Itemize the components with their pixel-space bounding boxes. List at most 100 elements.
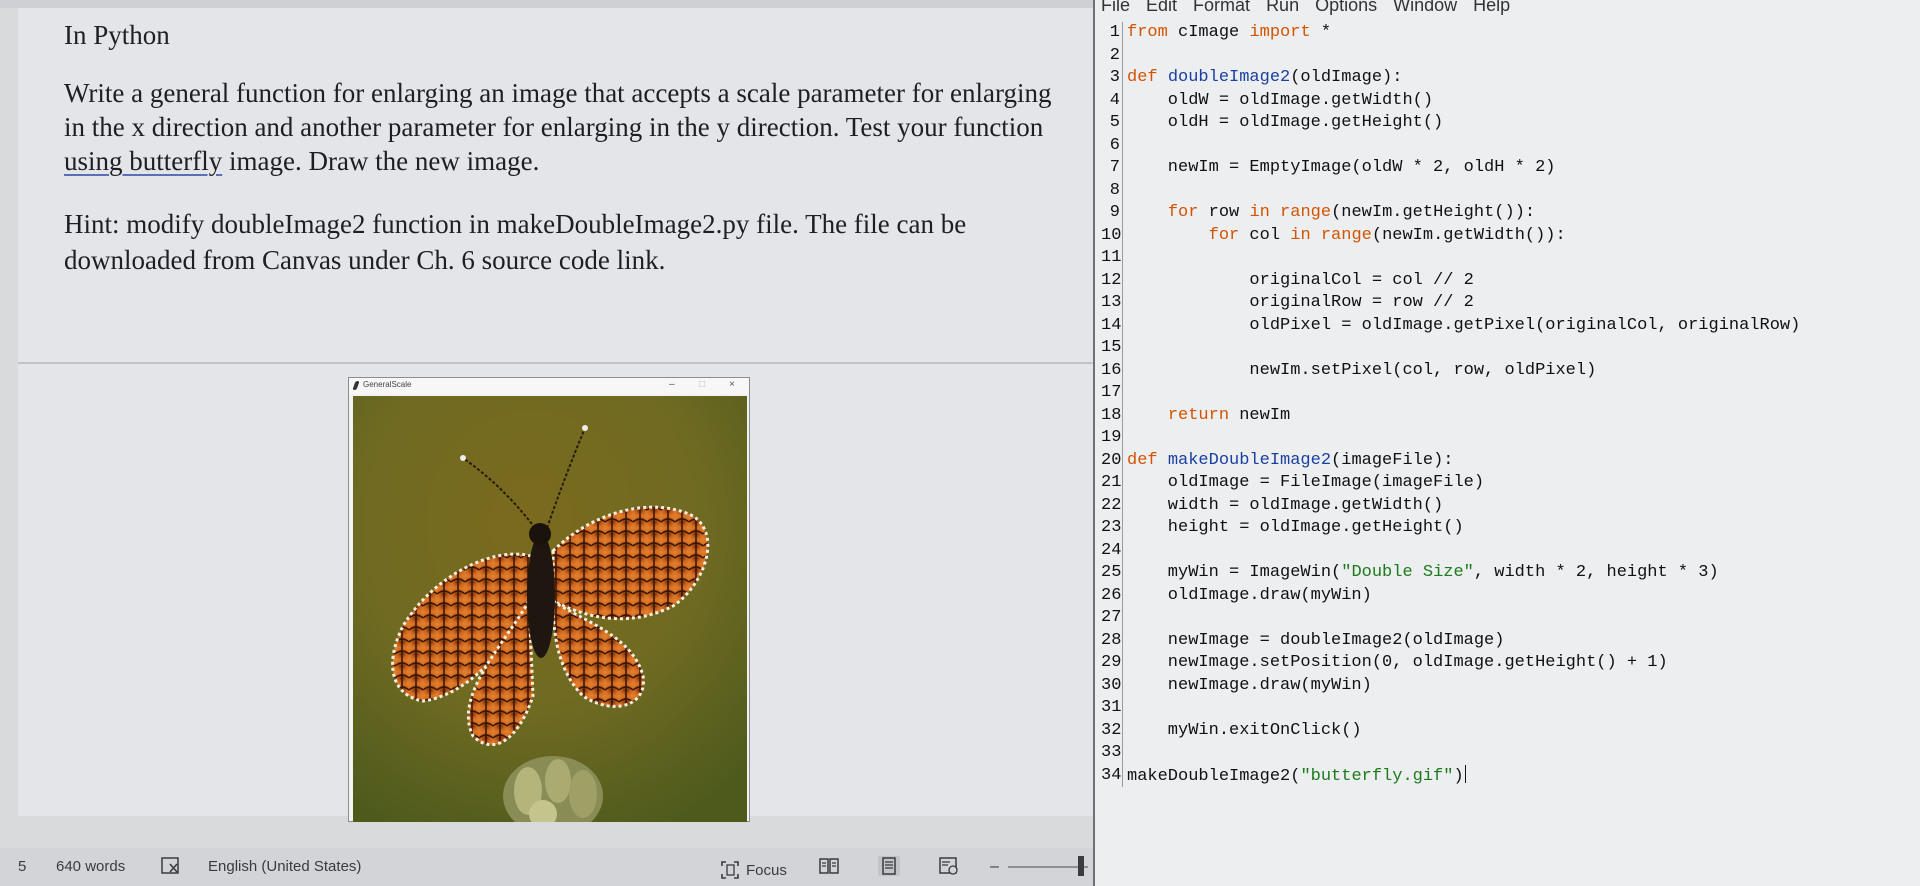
code-line[interactable]: 19 xyxy=(1101,427,1920,450)
code-line[interactable]: 1 from cImage import * xyxy=(1101,22,1920,45)
menu-item-format[interactable]: Format xyxy=(1193,0,1250,17)
line-number: 26 xyxy=(1101,584,1123,607)
code-line[interactable]: 20 def makeDoubleImage2(imageFile): xyxy=(1101,449,1920,472)
proofing-errors-icon[interactable] xyxy=(160,856,182,876)
language-indicator[interactable]: English (United States) xyxy=(208,858,361,875)
doc-paragraph-instructions-end: image. Draw the new image. xyxy=(222,146,540,176)
code-token: doubleImage2 xyxy=(1167,68,1291,87)
code-line[interactable]: 31 xyxy=(1101,697,1920,720)
code-line[interactable]: 3 def doubleImage2(oldImage): xyxy=(1101,67,1920,90)
code-line[interactable]: 30 newImage.draw(myWin) xyxy=(1101,674,1920,697)
line-number: 34 xyxy=(1101,764,1123,787)
menu-item-window[interactable]: Window xyxy=(1393,0,1457,17)
print-layout-icon[interactable] xyxy=(878,856,900,876)
menu-item-options[interactable]: Options xyxy=(1315,0,1377,17)
code-text: height = oldImage.getHeight() xyxy=(1123,517,1464,540)
code-text: newIm = EmptyImage(oldW * 2, oldH * 2) xyxy=(1123,157,1556,180)
line-number: 12 xyxy=(1101,269,1123,292)
code-line[interactable]: 28 newImage = doubleImage2(oldImage) xyxy=(1101,629,1920,652)
code-text: width = oldImage.getWidth() xyxy=(1123,495,1443,518)
code-line[interactable]: 24 xyxy=(1101,539,1920,562)
code-line[interactable]: 21 oldImage = FileImage(imageFile) xyxy=(1101,472,1920,495)
line-number: 9 xyxy=(1101,202,1123,225)
code-line[interactable]: 34 makeDoubleImage2("butterfly.gif") xyxy=(1101,764,1920,787)
code-token: newIm xyxy=(1229,405,1291,425)
code-text: for row in range(newIm.getHeight()): xyxy=(1123,202,1535,225)
line-number: 15 xyxy=(1101,337,1123,360)
code-line[interactable]: 14 oldPixel = oldImage.getPixel(original… xyxy=(1101,314,1920,338)
code-editor[interactable]: 1 from cImage import * 2 3 def doubleImage2(… xyxy=(1101,22,1920,787)
maximize-button[interactable]: □ xyxy=(699,379,705,390)
code-line[interactable]: 13 originalRow = row // 2 xyxy=(1101,292,1920,315)
document-text[interactable]: In Python Write a general function for e… xyxy=(64,18,1074,278)
line-number: 32 xyxy=(1101,719,1123,742)
image-window-general-scale[interactable]: GeneralScale – □ × xyxy=(348,377,750,822)
zoom-out-button[interactable]: – xyxy=(990,858,999,876)
web-layout-icon[interactable] xyxy=(938,856,960,876)
minimize-button[interactable]: – xyxy=(669,379,675,390)
read-mode-icon[interactable] xyxy=(818,856,840,876)
code-line[interactable]: 5 oldH = oldImage.getHeight() xyxy=(1101,112,1920,135)
code-token: col xyxy=(1239,225,1291,245)
code-token: row xyxy=(1198,203,1250,222)
word-count[interactable]: 640 words xyxy=(56,858,125,875)
code-token: , width * 2, height * 3) xyxy=(1473,563,1719,582)
menu-item-help[interactable]: Help xyxy=(1473,0,1510,17)
line-number: 17 xyxy=(1101,382,1123,405)
code-line[interactable]: 33 xyxy=(1101,742,1920,765)
code-line[interactable]: 27 xyxy=(1101,607,1920,630)
line-number: 27 xyxy=(1101,607,1123,630)
code-line[interactable]: 23 height = oldImage.getHeight() xyxy=(1101,517,1920,540)
line-number: 14 xyxy=(1101,314,1123,337)
page-indicator[interactable]: 5 xyxy=(18,858,26,875)
code-line[interactable]: 18 return newIm xyxy=(1101,404,1920,428)
code-line[interactable]: 10 for col in range(newIm.getWidth()): xyxy=(1101,224,1920,247)
line-number: 5 xyxy=(1101,112,1123,135)
code-line[interactable]: 2 xyxy=(1101,44,1920,67)
menu-item-file[interactable]: File xyxy=(1101,0,1130,17)
code-token: (oldImage): xyxy=(1290,68,1403,87)
code-line[interactable]: 17 xyxy=(1101,382,1920,405)
zoom-slider-thumb[interactable] xyxy=(1078,856,1084,876)
code-line[interactable]: 16 newIm.setPixel(col, row, oldPixel) xyxy=(1101,359,1920,382)
code-line[interactable]: 9 for row in range(newIm.getHeight()): xyxy=(1101,202,1920,225)
code-token: def xyxy=(1127,450,1158,470)
code-token: oldW = oldImage.getWidth() xyxy=(1127,90,1434,110)
line-number: 1 xyxy=(1101,22,1123,45)
code-line[interactable]: 26 oldImage.draw(myWin) xyxy=(1101,584,1920,607)
code-line[interactable]: 32 myWin.exitOnClick() xyxy=(1101,719,1920,743)
code-text: myWin.exitOnClick() xyxy=(1123,720,1362,743)
code-line[interactable]: 7 newIm = EmptyImage(oldW * 2, oldH * 2) xyxy=(1101,157,1920,180)
code-text: oldPixel = oldImage.getPixel(originalCol… xyxy=(1123,315,1800,338)
code-line[interactable]: 29 newImage.setPosition(0, oldImage.getH… xyxy=(1101,652,1920,675)
code-line[interactable]: 6 xyxy=(1101,134,1920,157)
code-line[interactable]: 4 oldW = oldImage.getWidth() xyxy=(1101,89,1920,112)
focus-mode-button[interactable]: Focus xyxy=(720,858,787,882)
idle-menubar: File Edit Format Run Options Window Help xyxy=(1101,0,1510,17)
code-token: newIm.setPixel(col, row, oldPixel) xyxy=(1127,360,1597,380)
image-window-titlebar[interactable]: GeneralScale – □ × xyxy=(349,378,749,394)
code-line[interactable]: 12 originalCol = col // 2 xyxy=(1101,269,1920,292)
line-number: 25 xyxy=(1101,562,1123,585)
line-number: 16 xyxy=(1101,359,1123,382)
code-line[interactable]: 22 width = oldImage.getWidth() xyxy=(1101,494,1920,518)
code-line[interactable]: 15 xyxy=(1101,337,1920,360)
status-bar: 5 640 words English (United States) Focu… xyxy=(0,848,1093,886)
code-token: newIm = EmptyImage(oldW * 2, oldH * 2) xyxy=(1127,158,1556,177)
menu-item-edit[interactable]: Edit xyxy=(1146,0,1177,17)
code-text: oldImage = FileImage(imageFile) xyxy=(1123,472,1484,495)
menu-item-run[interactable]: Run xyxy=(1266,0,1299,17)
code-line[interactable]: 25 myWin = ImageWin("Double Size", width… xyxy=(1101,562,1920,585)
code-line[interactable]: 11 xyxy=(1101,247,1920,270)
zoom-slider[interactable] xyxy=(1008,866,1088,868)
code-text: originalRow = row // 2 xyxy=(1123,292,1473,315)
code-line[interactable]: 8 xyxy=(1101,179,1920,203)
close-button[interactable]: × xyxy=(729,379,735,390)
grammar-flag-text[interactable]: using butterfly xyxy=(64,146,222,176)
code-text: return newIm xyxy=(1123,405,1290,428)
